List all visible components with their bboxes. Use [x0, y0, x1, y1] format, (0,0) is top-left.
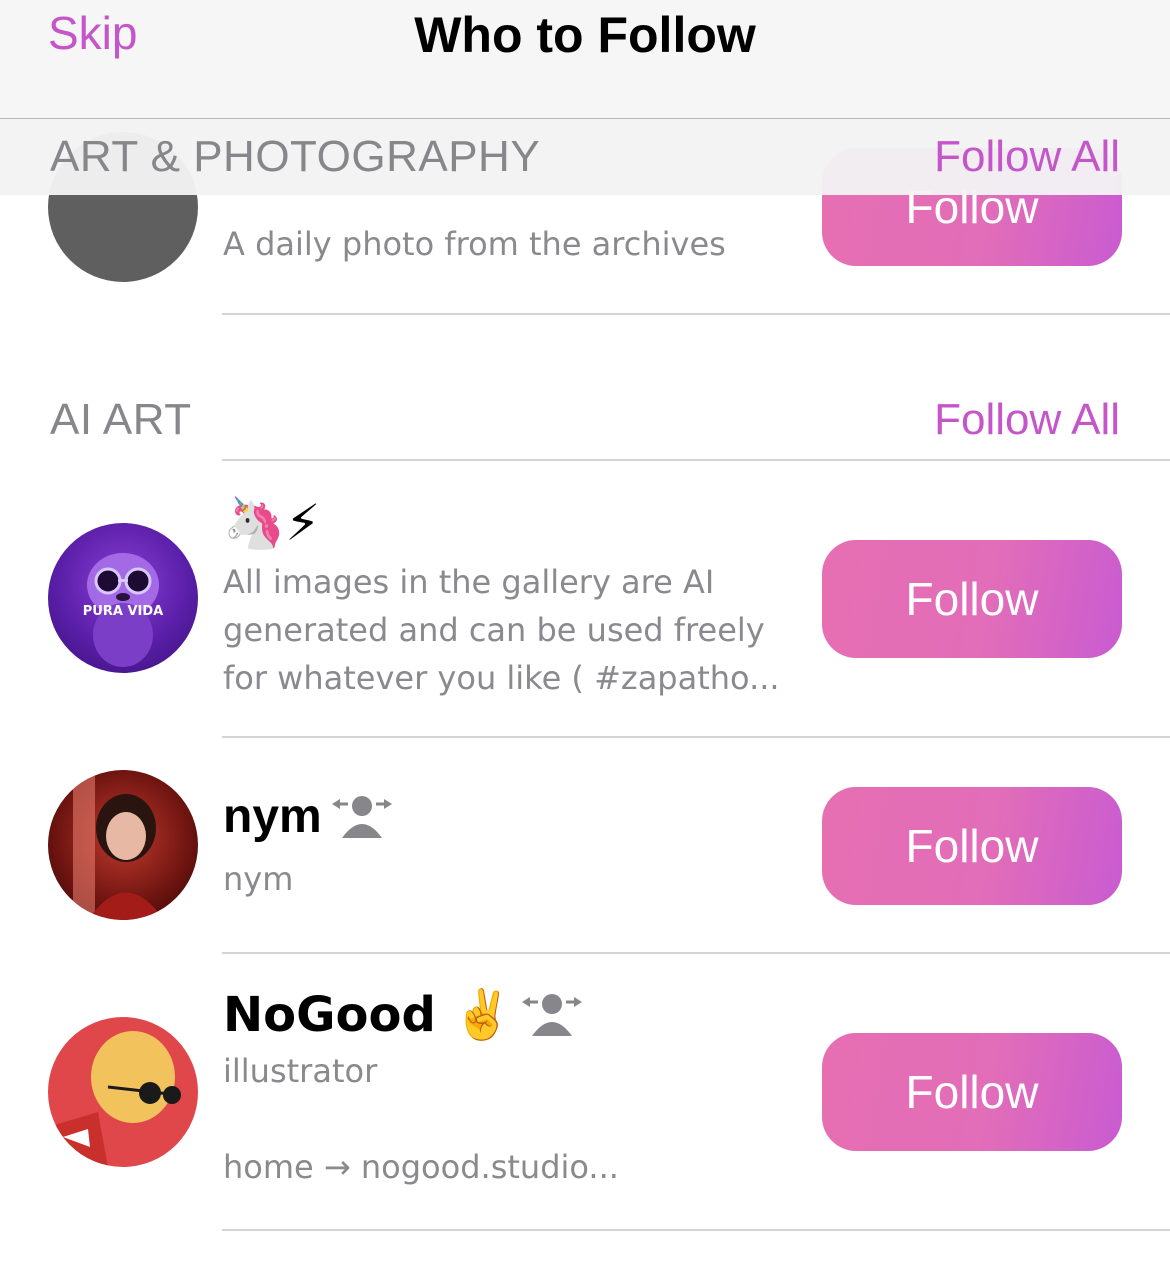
follow-all-button[interactable]: Follow All	[934, 119, 1120, 195]
user-name: nym	[223, 790, 322, 843]
section-header-ai-art: AI ART Follow All	[0, 382, 1170, 458]
avatar[interactable]: PURA VIDA	[48, 523, 198, 673]
list-item[interactable]: NoGood ✌️ illustrator home → nogood.stud…	[0, 953, 1170, 1230]
user-name-row: nym	[223, 789, 803, 845]
section-title: AI ART	[50, 395, 192, 444]
divider	[222, 313, 1170, 315]
section-title: ART & PHOTOGRAPHY	[50, 132, 541, 181]
section-header-art-photography: ART & PHOTOGRAPHY Follow All	[0, 119, 1170, 195]
user-description: All images in the gallery are AI generat…	[223, 563, 780, 697]
portrait-illustration	[73, 770, 164, 920]
user-description-link: home → nogood.studio...	[223, 1148, 619, 1186]
avatar[interactable]	[48, 1017, 198, 1167]
who-to-follow-screen: A daily photo from the archives Follow A…	[0, 0, 1170, 1273]
user-description: illustrator	[223, 1052, 378, 1090]
follow-request-icon	[331, 796, 392, 838]
follow-all-button[interactable]: Follow All	[934, 382, 1120, 458]
follow-button[interactable]: Follow	[822, 1033, 1122, 1151]
avatar[interactable]	[48, 770, 198, 920]
cartoon-illustration	[48, 1031, 181, 1167]
user-description: nym	[223, 860, 294, 898]
divider	[222, 1229, 1170, 1231]
user-name: NoGood ✌️	[223, 987, 513, 1043]
list-item[interactable]: PURA VIDA 🦄⚡ All images in the gallery a…	[0, 460, 1170, 736]
page-title: Who to Follow	[414, 7, 756, 63]
list-item[interactable]: nym nym Follow	[0, 737, 1170, 952]
sloth-illustration: PURA VIDA	[83, 553, 163, 667]
avatar-label: PURA VIDA	[83, 604, 163, 619]
user-name-row: NoGood ✌️	[223, 987, 803, 1043]
follow-button[interactable]: Follow	[822, 787, 1122, 905]
follow-button[interactable]: Follow	[822, 540, 1122, 658]
navigation-bar: Skip Who to Follow	[0, 0, 1170, 119]
user-name: 🦄⚡	[223, 494, 321, 552]
user-description: A daily photo from the archives	[223, 225, 726, 263]
follow-request-icon	[522, 994, 583, 1036]
